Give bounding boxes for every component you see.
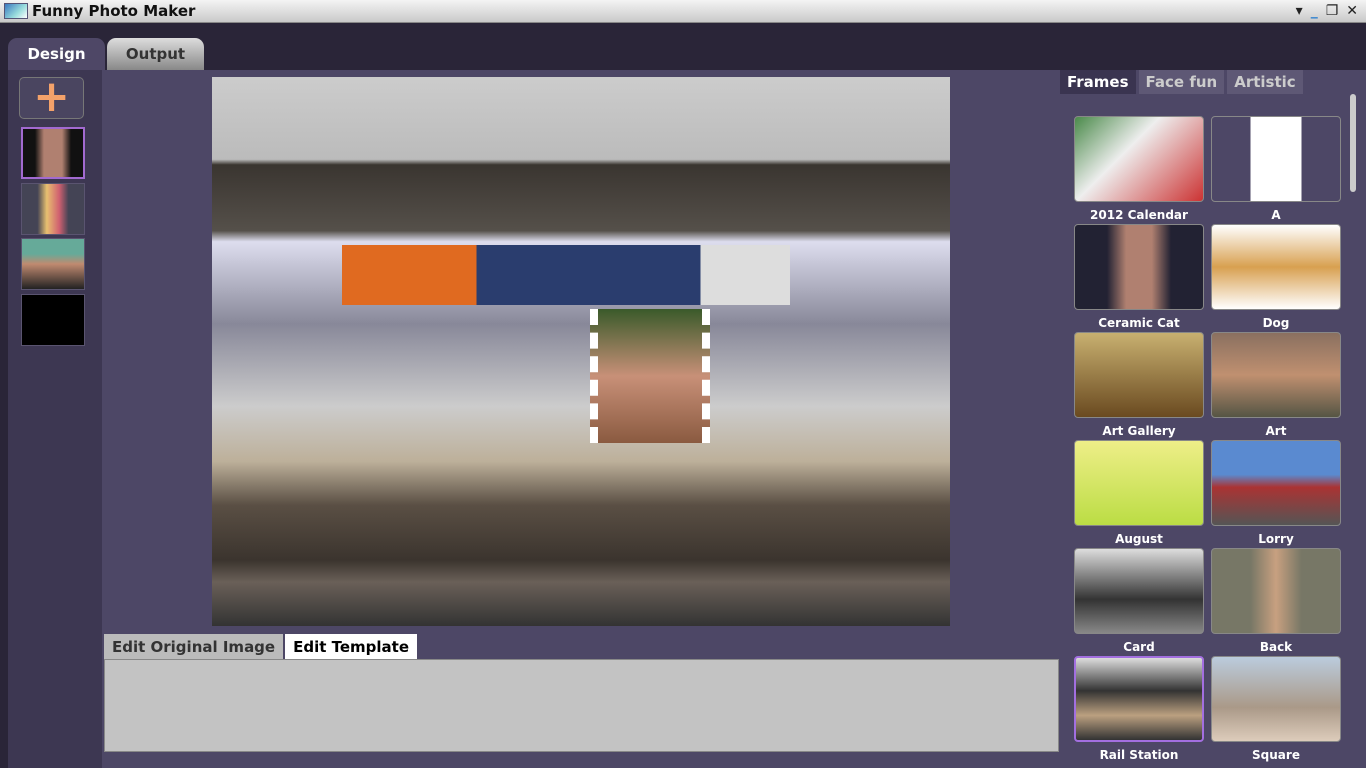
- frame-label: Lorry: [1258, 532, 1294, 546]
- frame-item[interactable]: Lorry: [1211, 440, 1341, 546]
- frame-thumbnail[interactable]: [1211, 548, 1341, 634]
- tab-edit-template[interactable]: Edit Template: [285, 634, 418, 659]
- frame-thumbnail[interactable]: [1074, 656, 1204, 742]
- frame-label: Art Gallery: [1102, 424, 1176, 438]
- tab-design[interactable]: Design: [8, 38, 105, 70]
- frame-label: Art: [1265, 424, 1287, 438]
- edit-panel: [104, 659, 1059, 752]
- frame-label: Square: [1252, 748, 1300, 762]
- face-poster-graphic: [590, 309, 710, 443]
- tab-frames[interactable]: Frames: [1060, 70, 1136, 94]
- frame-thumbnail[interactable]: [1211, 332, 1341, 418]
- add-image-button[interactable]: +: [19, 75, 84, 119]
- frame-thumbnail[interactable]: [1211, 440, 1341, 526]
- frame-thumbnail[interactable]: [1211, 656, 1341, 742]
- scrollbar[interactable]: [1350, 94, 1356, 192]
- frame-item[interactable]: Rail Station: [1074, 656, 1204, 762]
- image-thumb-2[interactable]: [21, 183, 85, 235]
- restore-icon[interactable]: ❐: [1326, 3, 1339, 19]
- frame-label: Card: [1123, 640, 1155, 654]
- window-title: Funny Photo Maker: [32, 2, 196, 20]
- frame-label: August: [1115, 532, 1163, 546]
- image-thumb-3[interactable]: [21, 238, 85, 290]
- close-icon[interactable]: ✕: [1346, 3, 1358, 19]
- frame-item[interactable]: Dog: [1211, 224, 1341, 330]
- frame-label: 2012 Calendar: [1090, 208, 1188, 222]
- frame-item[interactable]: 2012 Calendar: [1074, 116, 1204, 222]
- frame-thumbnail[interactable]: [1211, 224, 1341, 310]
- minimize-icon[interactable]: _: [1311, 3, 1318, 19]
- title-bar: Funny Photo Maker ▾ _ ❐ ✕: [0, 0, 1366, 23]
- frame-label: A: [1271, 208, 1281, 222]
- frame-item[interactable]: August: [1074, 440, 1204, 546]
- frame-item[interactable]: A: [1211, 116, 1341, 222]
- image-list: +: [8, 70, 102, 768]
- tab-face-fun[interactable]: Face fun: [1138, 70, 1225, 94]
- tab-edit-original-image[interactable]: Edit Original Image: [104, 634, 284, 659]
- frame-thumbnail[interactable]: [1074, 440, 1204, 526]
- tab-artistic[interactable]: Artistic: [1227, 70, 1303, 94]
- banner-graphic: [342, 245, 790, 305]
- frame-label: Ceramic Cat: [1098, 316, 1180, 330]
- preview-image: [212, 77, 950, 626]
- frame-item[interactable]: Art: [1211, 332, 1341, 438]
- app-icon: [4, 3, 28, 19]
- frame-gallery: 2012 Calendar A Ceramic Cat Dog Art Gallery A…: [1074, 116, 1342, 768]
- frame-item[interactable]: Art Gallery: [1074, 332, 1204, 438]
- image-thumb-1[interactable]: [21, 127, 85, 179]
- frame-thumbnail[interactable]: [1074, 224, 1204, 310]
- frame-item[interactable]: Card: [1074, 548, 1204, 654]
- menu-dropdown-icon[interactable]: ▾: [1296, 3, 1303, 19]
- frame-item[interactable]: Back: [1211, 548, 1341, 654]
- frame-label: Back: [1259, 640, 1293, 654]
- frame-thumbnail[interactable]: [1074, 116, 1204, 202]
- image-thumb-4[interactable]: [21, 294, 85, 346]
- frame-label: Dog: [1262, 316, 1290, 330]
- frame-label: Rail Station: [1099, 748, 1179, 762]
- tab-output[interactable]: Output: [107, 38, 204, 70]
- frame-thumbnail[interactable]: [1074, 332, 1204, 418]
- frame-thumbnail[interactable]: [1211, 116, 1341, 202]
- frame-item[interactable]: Ceramic Cat: [1074, 224, 1204, 330]
- frame-item[interactable]: Square: [1211, 656, 1341, 762]
- frame-thumbnail[interactable]: [1074, 548, 1204, 634]
